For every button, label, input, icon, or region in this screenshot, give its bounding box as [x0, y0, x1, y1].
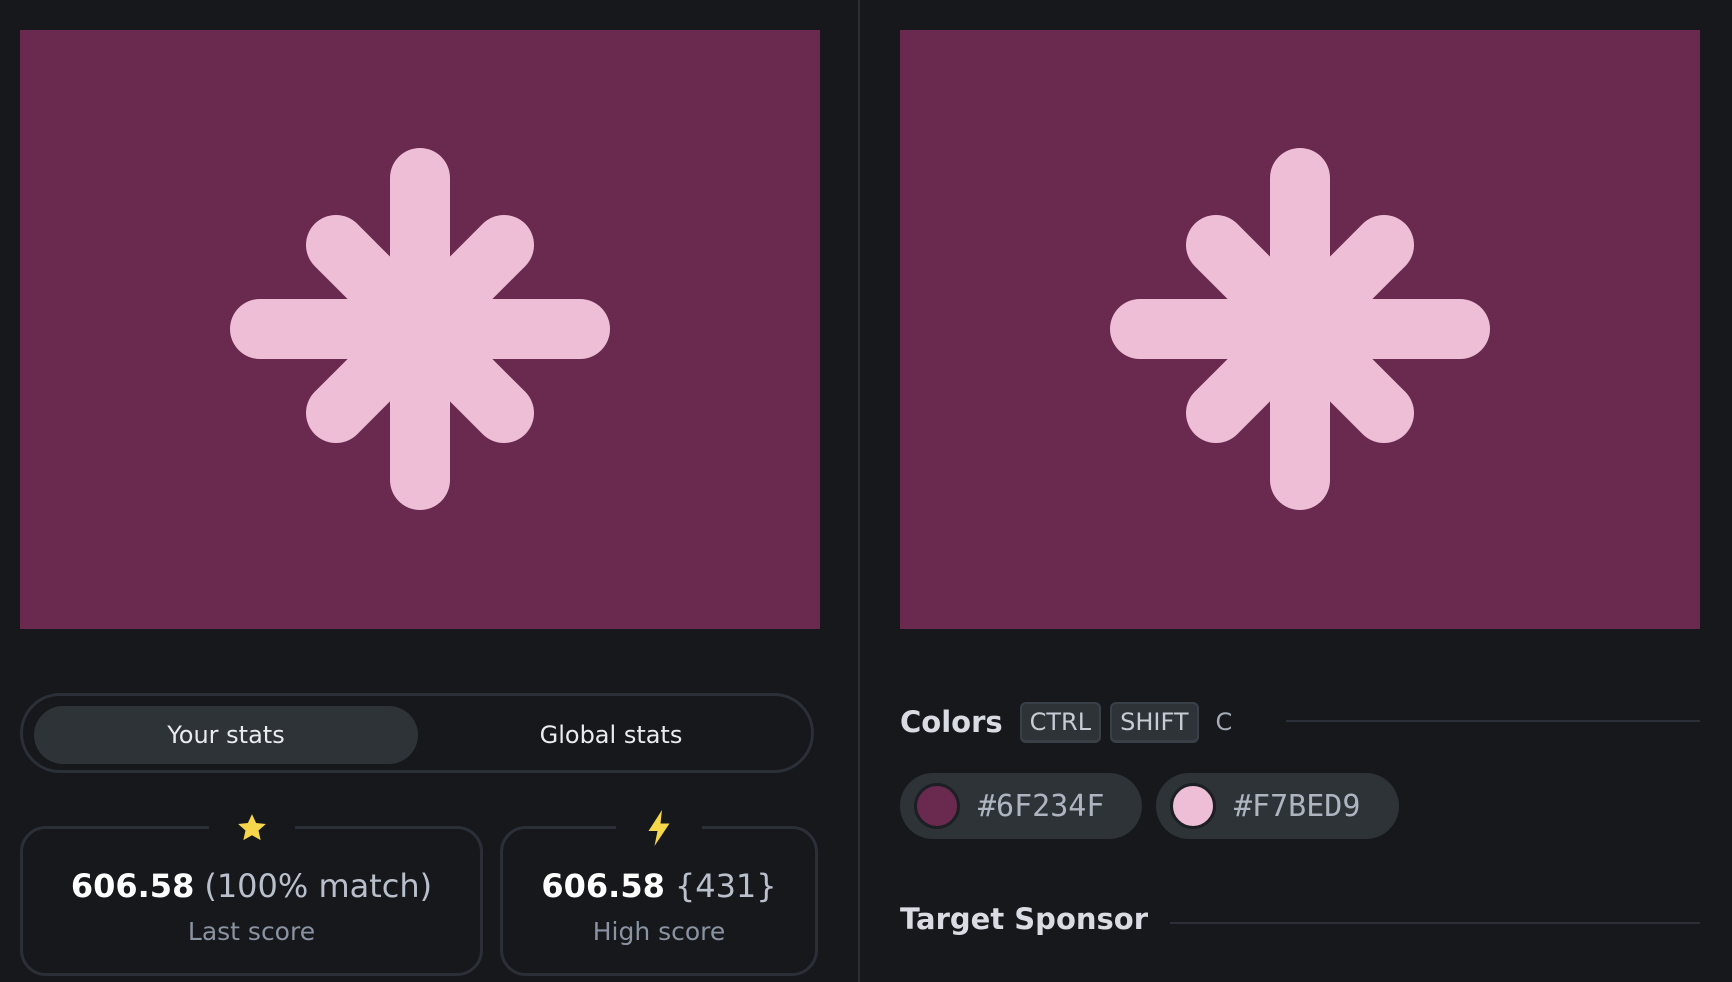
target-sponsor-title: Target Sponsor [900, 902, 1149, 936]
user-asterisk-shape [20, 30, 820, 629]
bolt-icon [616, 803, 702, 853]
colors-divider-line [1286, 720, 1700, 722]
last-score-match: (100% match) [204, 867, 433, 905]
color-hex-1: #6F234F [978, 788, 1105, 824]
stats-toggle: Your stats Global stats [20, 693, 814, 773]
app-root: Your stats Global stats 606.58 (100% matc… [0, 0, 1732, 982]
panel-divider [858, 0, 860, 982]
shortcut-key-shift: SHIFT [1110, 701, 1199, 743]
your-stats-tab[interactable]: Your stats [34, 706, 418, 764]
global-stats-tab[interactable]: Global stats [419, 706, 803, 764]
high-score-card: 606.58 {431} High score [500, 803, 818, 976]
high-score-attempts: {431} [674, 867, 777, 905]
star-icon [208, 803, 295, 853]
color-swatch-1 [914, 783, 960, 829]
color-chip-1[interactable]: #6F234F [900, 773, 1142, 839]
last-score-label: Last score [187, 917, 316, 946]
high-score-value: 606.58 [541, 867, 665, 905]
colors-heading: Colors CTRL SHIFT C [900, 700, 1232, 744]
color-chip-2[interactable]: #F7BED9 [1156, 773, 1399, 839]
high-score-value-row: 606.58 {431} [503, 867, 815, 905]
last-score-value: 606.58 [70, 867, 195, 905]
color-swatch-2 [1170, 783, 1216, 829]
user-canvas[interactable] [20, 30, 820, 629]
target-asterisk-shape [900, 30, 1700, 629]
target-canvas [900, 30, 1700, 629]
shortcut-key-ctrl: CTRL [1019, 701, 1102, 743]
shortcut-key-c: C [1215, 708, 1233, 736]
last-score-card: 606.58 (100% match) Last score [20, 803, 483, 976]
high-score-label: High score [592, 917, 726, 946]
color-hex-2: #F7BED9 [1234, 788, 1361, 824]
last-score-value-row: 606.58 (100% match) [23, 867, 480, 905]
colors-title: Colors [900, 705, 1003, 739]
sponsor-divider-line [1170, 922, 1700, 924]
